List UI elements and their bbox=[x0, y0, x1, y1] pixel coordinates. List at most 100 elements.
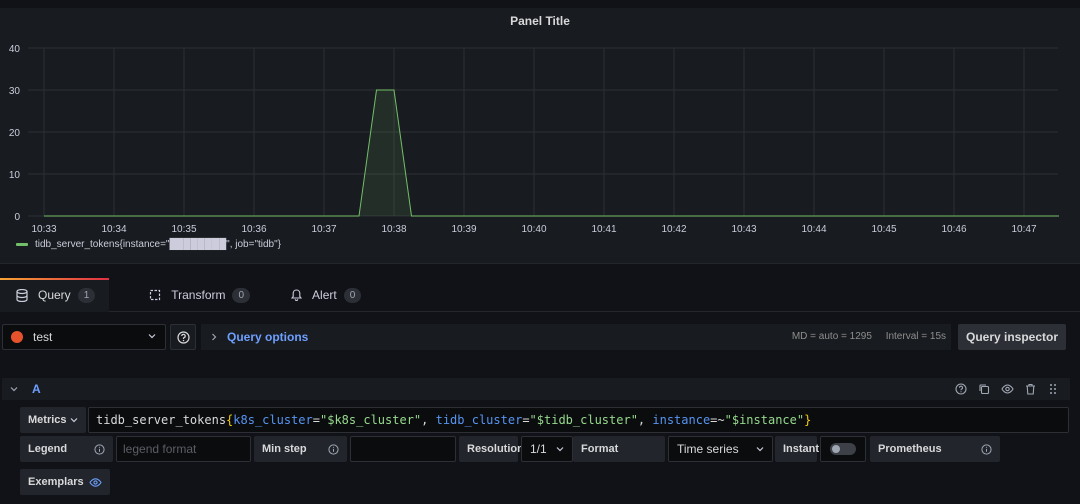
y-tick-label: 30 bbox=[9, 86, 21, 97]
x-tick-label: 10:47 bbox=[1011, 224, 1036, 235]
format-label-field: Format bbox=[573, 436, 665, 462]
query-row-actions bbox=[945, 382, 1060, 396]
x-tick-label: 10:41 bbox=[591, 224, 616, 235]
query-row-header[interactable]: A bbox=[2, 378, 1070, 400]
panel-title[interactable]: Panel Title bbox=[0, 14, 1080, 28]
eye-icon[interactable] bbox=[1000, 382, 1014, 396]
legend-format-input[interactable]: legend format bbox=[116, 436, 251, 462]
format-select[interactable]: Time series bbox=[668, 436, 773, 462]
promql-label-value: "$k8s_cluster" bbox=[320, 413, 422, 427]
eye-icon bbox=[89, 477, 102, 487]
info-circle-icon[interactable] bbox=[94, 443, 105, 455]
bell-icon bbox=[288, 287, 304, 303]
resolution-label: Resolution bbox=[467, 443, 524, 455]
query-editor: test Query options MD = auto = 1295 Inte… bbox=[0, 312, 1080, 504]
duplicate-icon[interactable] bbox=[977, 382, 991, 396]
promql-operator: = bbox=[312, 413, 320, 427]
y-tick-label: 10 bbox=[9, 170, 21, 181]
max-data-points: MD = auto = 1295 bbox=[791, 331, 872, 342]
x-tick-label: 10:38 bbox=[381, 224, 406, 235]
help-icon[interactable] bbox=[954, 382, 968, 396]
chevron-down-icon bbox=[70, 418, 78, 423]
promql-brace-open: { bbox=[226, 413, 234, 427]
promql-metric: tidb_server_tokens bbox=[96, 413, 227, 427]
tab-alert-label: Alert bbox=[312, 288, 337, 302]
tab-query[interactable]: Query 1 bbox=[0, 278, 110, 312]
graph-panel: 0 10 20 30 40 10:33 10:34 10:35 10:36 10:37 10:38 1… bbox=[0, 8, 1080, 264]
promql-separator: , bbox=[421, 413, 436, 427]
question-circle-icon bbox=[176, 330, 190, 344]
chevron-down-icon bbox=[148, 334, 156, 339]
promql-label-value: "$tidb_cluster" bbox=[529, 413, 638, 427]
instant-toggle-field[interactable] bbox=[820, 436, 866, 462]
x-tick-label: 10:35 bbox=[171, 224, 196, 235]
min-step-input[interactable] bbox=[350, 436, 456, 462]
x-tick-label: 10:43 bbox=[731, 224, 756, 235]
promql-operator: = bbox=[522, 413, 530, 427]
tab-alert-count: 0 bbox=[343, 287, 362, 303]
query-ref-id[interactable]: A bbox=[32, 382, 41, 396]
resolution-value: 1/1 bbox=[530, 442, 547, 456]
editor-tabs: Query 1 Transform 0 Alert 0 bbox=[0, 278, 1080, 312]
tab-transform-count: 0 bbox=[232, 287, 251, 303]
chevron-down-icon bbox=[756, 447, 764, 452]
x-tick-label: 10:39 bbox=[451, 224, 476, 235]
prometheus-label-field: Prometheus bbox=[870, 436, 1000, 462]
y-tick-label: 0 bbox=[14, 212, 20, 223]
metrics-browser-button[interactable]: Metrics bbox=[20, 407, 86, 433]
prometheus-icon bbox=[11, 331, 23, 343]
legend-format-placeholder: legend format bbox=[123, 442, 197, 456]
x-tick-label: 10:46 bbox=[941, 224, 966, 235]
instant-label-field: Instant bbox=[775, 436, 819, 462]
query-inspector-button[interactable]: Query inspector bbox=[958, 324, 1066, 350]
promql-label-value: "$instance" bbox=[724, 413, 805, 427]
metrics-label: Metrics bbox=[28, 414, 67, 426]
interval-value: Interval = 15s bbox=[885, 331, 946, 342]
tab-alert[interactable]: Alert 0 bbox=[274, 278, 375, 312]
x-tick-label: 10:34 bbox=[101, 224, 126, 235]
y-tick-label: 40 bbox=[9, 44, 21, 55]
promql-label-key: instance bbox=[652, 413, 711, 427]
tab-transform[interactable]: Transform 0 bbox=[133, 278, 264, 312]
x-tick-label: 10:33 bbox=[31, 224, 56, 235]
query-options-label: Query options bbox=[227, 330, 309, 344]
prometheus-label: Prometheus bbox=[878, 443, 942, 455]
x-tick-label: 10:45 bbox=[871, 224, 896, 235]
datasource-help-button[interactable] bbox=[170, 324, 196, 350]
series-line bbox=[44, 89, 1059, 217]
promql-label-key: k8s_cluster bbox=[233, 413, 313, 427]
trash-icon[interactable] bbox=[1023, 382, 1037, 396]
time-series-chart: 0 10 20 30 40 10:33 10:34 10:35 10:36 10:37 10:38 1… bbox=[9, 44, 1059, 235]
min-step-label-field: Min step bbox=[254, 436, 347, 462]
transform-icon bbox=[147, 287, 163, 303]
query-options-toggle[interactable]: Query options MD = auto = 1295 Interval … bbox=[201, 324, 951, 350]
chevron-down-icon[interactable] bbox=[10, 385, 18, 393]
promql-brace-close: } bbox=[804, 413, 812, 427]
database-icon bbox=[14, 287, 30, 303]
tab-query-count: 1 bbox=[77, 287, 96, 303]
x-tick-label: 10:36 bbox=[241, 224, 266, 235]
drag-handle-icon[interactable] bbox=[1046, 382, 1060, 396]
format-label: Format bbox=[581, 443, 619, 455]
resolution-select[interactable]: 1/1 bbox=[521, 436, 573, 462]
chevron-down-icon bbox=[556, 447, 564, 452]
y-tick-label: 20 bbox=[9, 128, 21, 139]
promql-query-input[interactable]: tidb_server_tokens{k8s_cluster = "$k8s_clu… bbox=[88, 407, 1069, 433]
tab-transform-label: Transform bbox=[171, 288, 226, 302]
x-tick-label: 10:42 bbox=[661, 224, 686, 235]
x-tick-label: 10:44 bbox=[801, 224, 826, 235]
legend-color-swatch bbox=[16, 243, 28, 246]
format-value: Time series bbox=[677, 442, 739, 456]
x-tick-label: 10:37 bbox=[311, 224, 336, 235]
exemplars-label: Exemplars bbox=[28, 476, 84, 488]
info-circle-icon[interactable] bbox=[981, 443, 992, 455]
promql-operator: =~ bbox=[710, 413, 725, 427]
info-circle-icon[interactable] bbox=[328, 443, 339, 455]
legend-item[interactable]: tidb_server_tokens{instance="████████", … bbox=[16, 239, 281, 250]
instant-toggle[interactable] bbox=[830, 443, 856, 455]
datasource-picker[interactable]: test bbox=[2, 324, 166, 350]
legend-option-label: Legend bbox=[28, 443, 68, 455]
legend-label-field: Legend bbox=[20, 436, 113, 462]
exemplars-toggle[interactable]: Exemplars bbox=[20, 469, 110, 495]
tab-query-label: Query bbox=[38, 288, 71, 302]
